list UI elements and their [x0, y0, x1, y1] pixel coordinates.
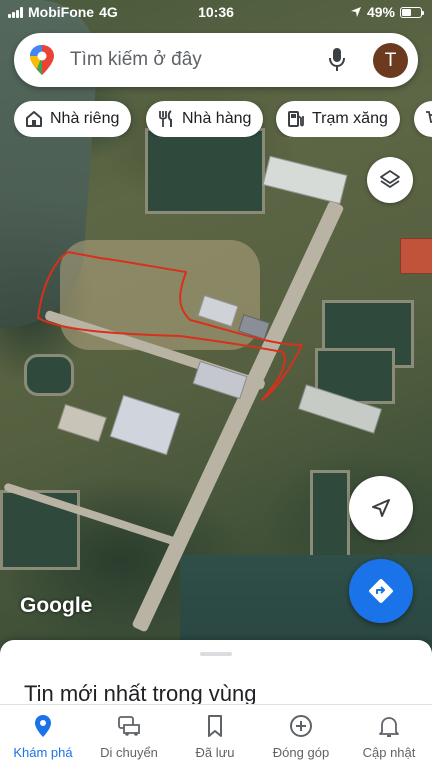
layers-icon: [380, 170, 400, 188]
commute-car-icon: [118, 716, 140, 736]
bottom-navigation: Khám phá Di chuyển Đã lưu Đóng góp Cập n…: [0, 704, 432, 768]
battery-icon: [400, 6, 424, 18]
nav-saved[interactable]: Đã lưu: [172, 713, 258, 760]
directions-icon: [369, 579, 393, 603]
chip-gas-station[interactable]: Trạm xăng: [276, 101, 400, 137]
home-icon: [26, 111, 42, 127]
location-arrow-icon: [350, 7, 361, 17]
bookmark-icon: [208, 715, 222, 737]
chip-label: Nhà hàng: [182, 110, 252, 127]
map-layers-button[interactable]: [367, 157, 413, 203]
gas-station-icon: [288, 111, 304, 127]
chip-home[interactable]: Nhà riêng: [14, 101, 132, 137]
nav-contribute[interactable]: Đóng góp: [258, 713, 344, 760]
nav-label: Đóng góp: [272, 745, 330, 760]
explore-pin-icon: [35, 715, 51, 737]
navigation-arrow-icon: [372, 499, 390, 517]
battery-percent: 49%: [366, 4, 395, 20]
directions-button[interactable]: [349, 559, 413, 623]
category-chips: Nhà riêng Nhà hàng Trạm xăng: [14, 101, 432, 137]
nav-updates[interactable]: Cập nhật: [346, 713, 432, 760]
microphone-icon[interactable]: [327, 47, 347, 73]
shopping-icon: [426, 111, 432, 123]
nav-label: Đã lưu: [195, 745, 235, 760]
search-input[interactable]: Tìm kiếm ở đây: [70, 49, 202, 71]
chip-shopping[interactable]: [414, 101, 432, 137]
restaurant-icon: [159, 110, 172, 127]
nav-label: Cập nhật: [362, 745, 416, 760]
nav-commute[interactable]: Di chuyển: [86, 713, 172, 760]
nav-label: Di chuyển: [100, 745, 158, 760]
nav-label: Khám phá: [13, 745, 73, 760]
google-maps-pin-icon: [30, 45, 54, 75]
sheet-drag-handle[interactable]: [200, 652, 232, 656]
nav-explore[interactable]: Khám phá: [0, 713, 86, 760]
google-attribution: Google: [20, 594, 93, 617]
bell-icon: [379, 717, 399, 737]
status-bar: MobiFone 4G 10:36 49%: [0, 0, 432, 24]
add-circle-icon: [290, 715, 312, 737]
chip-label: Trạm xăng: [312, 110, 388, 127]
chip-label: Nhà riêng: [50, 110, 120, 127]
avatar[interactable]: T: [373, 43, 408, 78]
chip-restaurant[interactable]: Nhà hàng: [146, 101, 264, 137]
my-location-button[interactable]: [349, 476, 413, 540]
search-bar[interactable]: Tìm kiếm ở đây T: [14, 33, 418, 87]
